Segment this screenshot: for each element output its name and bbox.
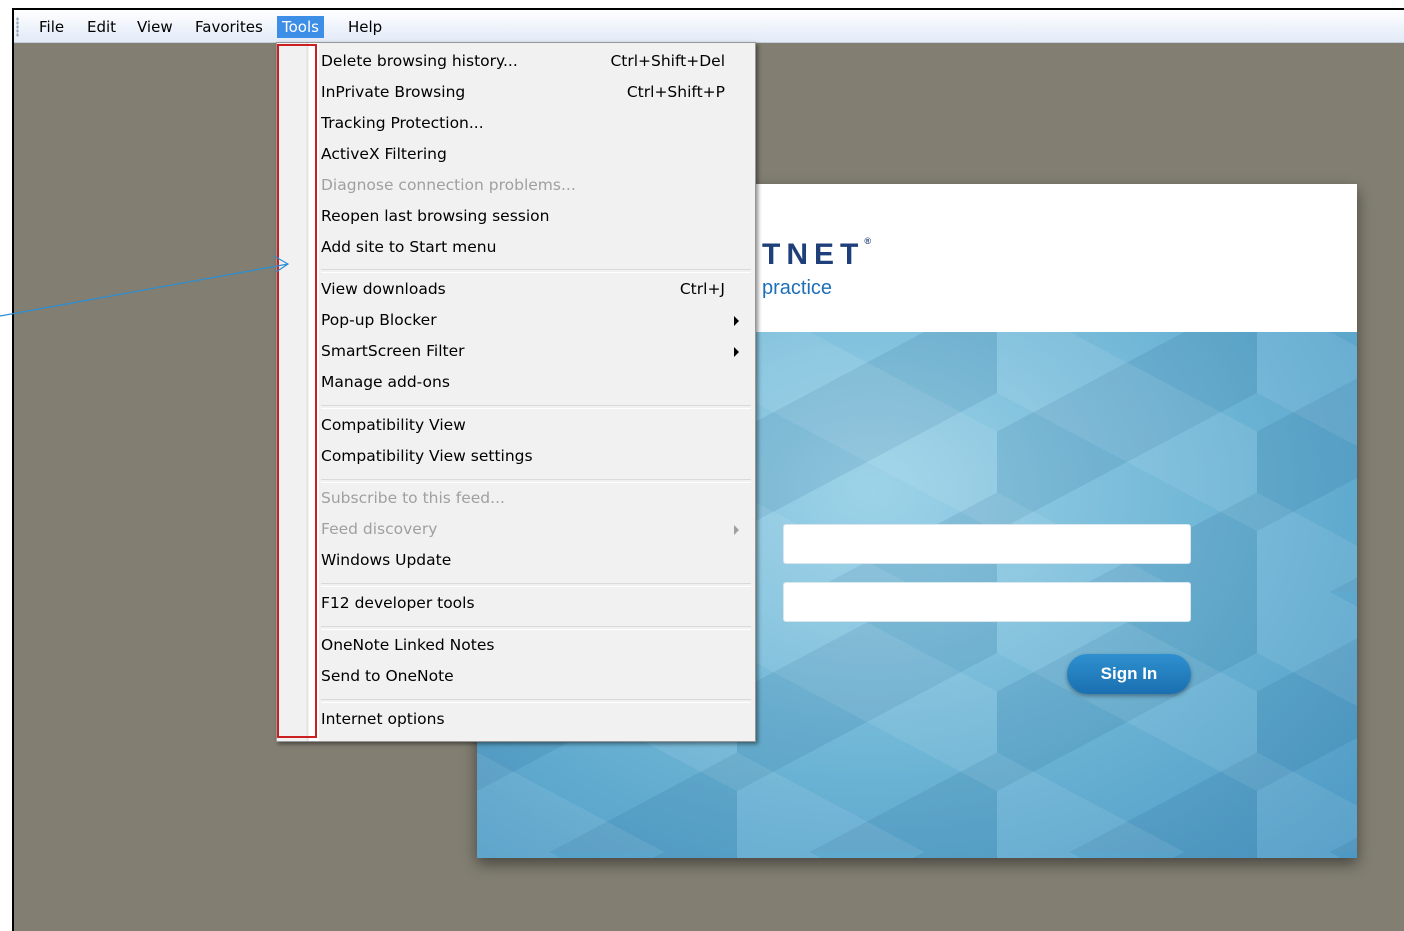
annotation-callout-arrow [0, 255, 290, 317]
